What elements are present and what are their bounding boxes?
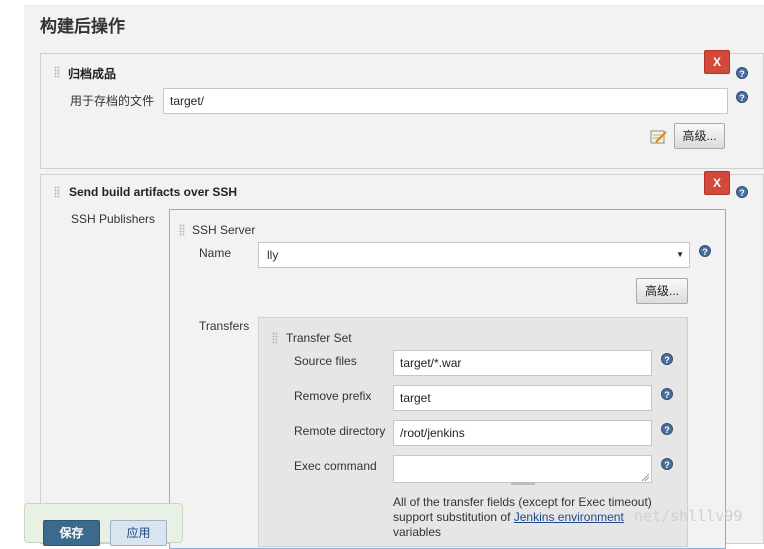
remove-prefix-input[interactable]: target <box>393 385 652 411</box>
jenkins-env-link[interactable]: Jenkins environment <box>514 510 624 524</box>
source-files-input[interactable]: target/*.war <box>393 350 652 376</box>
source-files-help-icon[interactable]: ? <box>661 353 673 365</box>
exec-command-textarea[interactable] <box>393 455 652 483</box>
archive-help-icon[interactable]: ? <box>736 67 748 79</box>
source-files-label: Source files <box>294 354 357 368</box>
delete-archive-button[interactable]: X <box>704 50 730 74</box>
drag-handle-icon[interactable] <box>54 66 60 78</box>
transfer-note-text: support substitution of <box>393 510 511 524</box>
ssh-publishers-label: SSH Publishers <box>71 212 156 226</box>
transfer-note-line3: variables <box>393 525 442 539</box>
textarea-grip[interactable] <box>511 482 535 485</box>
chevron-down-icon: ▼ <box>676 250 684 259</box>
drag-handle-icon[interactable] <box>54 186 60 198</box>
transfers-label: Transfers <box>199 319 250 333</box>
ssh-title: Send build artifacts over SSH <box>69 185 238 199</box>
watermark: net/shlllv99 <box>634 507 743 525</box>
archive-files-help-icon[interactable]: ? <box>736 91 748 103</box>
drag-handle-icon[interactable] <box>272 332 278 344</box>
remove-prefix-label: Remove prefix <box>294 389 372 403</box>
exec-command-help-icon[interactable]: ? <box>661 458 673 470</box>
server-name-value: lly <box>267 248 279 262</box>
exec-command-label: Exec command <box>294 459 377 473</box>
delete-ssh-button[interactable]: X <box>704 171 730 195</box>
archive-advanced-button[interactable]: 高级... <box>674 123 725 149</box>
save-button[interactable]: 保存 <box>43 520 100 546</box>
remote-directory-label: Remote directory <box>294 424 386 438</box>
textarea-resize-handle-icon[interactable] <box>640 471 650 482</box>
notepad-icon <box>650 129 667 144</box>
remote-directory-input[interactable]: /root/jenkins <box>393 420 652 446</box>
drag-handle-icon[interactable] <box>179 224 185 236</box>
server-name-label: Name <box>199 246 232 260</box>
archive-title: 归档成品 <box>68 67 117 81</box>
ssh-help-icon[interactable]: ? <box>736 186 748 198</box>
remote-directory-help-icon[interactable]: ? <box>661 423 673 435</box>
section-title: 构建后操作 <box>40 17 125 36</box>
server-advanced-button[interactable]: 高级... <box>636 278 688 304</box>
server-name-select[interactable]: lly ▼ <box>258 242 690 268</box>
ssh-server-title: SSH Server <box>192 223 256 237</box>
transfer-set-title: Transfer Set <box>286 331 352 345</box>
remove-prefix-help-icon[interactable]: ? <box>661 388 673 400</box>
archive-files-input[interactable]: target/ <box>163 88 728 114</box>
apply-button[interactable]: 应用 <box>110 520 167 546</box>
top-strip <box>24 0 764 6</box>
archive-files-label: 用于存档的文件 <box>70 94 155 108</box>
server-name-help-icon[interactable]: ? <box>699 245 711 257</box>
